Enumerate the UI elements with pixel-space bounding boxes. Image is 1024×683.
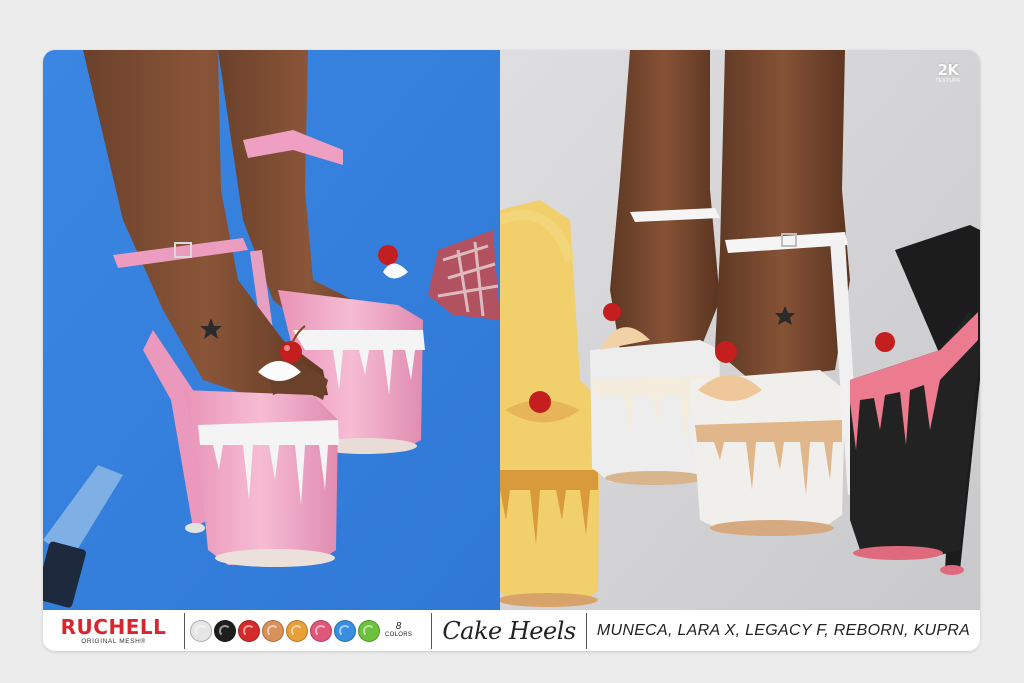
swatch-blue	[334, 620, 356, 642]
badge-resolution: 2K	[937, 61, 959, 79]
swatch-pink	[310, 620, 332, 642]
photo-pink-heels-blue-background	[43, 50, 500, 610]
colors-count: 8 COLORS	[385, 622, 412, 640]
compatible-bodies: MUNECA, LARA X, LEGACY F, REBORN, KUPRA	[596, 622, 971, 639]
swatch-green	[358, 620, 380, 642]
product-card: 2K TEXTURE RUCHELL ORIGINAL MESH® 8 COLO…	[43, 50, 980, 651]
color-swatches: 8 COLORS	[185, 611, 431, 651]
colors-count-label: COLORS	[385, 632, 413, 638]
swatch-orange	[286, 620, 308, 642]
brand-logo: RUCHELL ORIGINAL MESH®	[43, 611, 184, 651]
texture-resolution-badge: 2K TEXTURE	[932, 62, 964, 85]
brand-name: RUCHELL	[60, 615, 167, 639]
brand-subtitle: ORIGINAL MESH®	[81, 638, 146, 645]
swatch-black	[214, 620, 236, 642]
product-title: Cake Heels	[442, 617, 576, 645]
colors-count-number: 8	[395, 621, 402, 632]
swatch-red	[238, 620, 260, 642]
pink-heels-illustration	[43, 50, 500, 610]
info-footer: RUCHELL ORIGINAL MESH® 8 COLORS Cake Hee…	[43, 611, 980, 651]
swatch-white	[190, 620, 212, 642]
badge-label: TEXTURE	[935, 78, 961, 84]
variant-heels-illustration	[500, 50, 980, 610]
swatch-caramel	[262, 620, 284, 642]
photo-color-variants-grey-background: 2K TEXTURE	[500, 50, 980, 610]
